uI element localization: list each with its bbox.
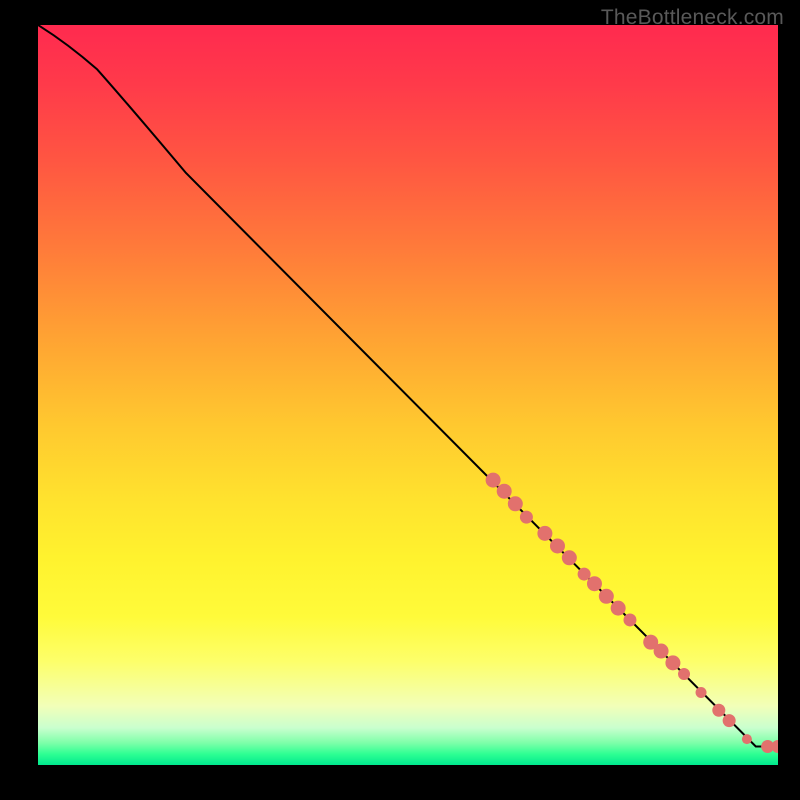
- data-point: [742, 734, 752, 744]
- data-point: [508, 496, 523, 511]
- data-point: [624, 613, 637, 626]
- data-point: [587, 576, 602, 591]
- data-point: [772, 740, 779, 753]
- data-point: [678, 668, 690, 680]
- data-point: [665, 655, 680, 670]
- data-point: [599, 589, 614, 604]
- plot-area: [35, 25, 778, 768]
- data-point: [723, 714, 736, 727]
- data-point: [578, 568, 591, 581]
- data-points: [486, 473, 778, 753]
- data-point: [537, 526, 552, 541]
- data-point: [497, 484, 512, 499]
- trend-curve: [38, 25, 778, 747]
- chart-overlay: [38, 25, 778, 765]
- data-point: [611, 601, 626, 616]
- data-point: [562, 550, 577, 565]
- data-point: [486, 473, 501, 488]
- data-point: [550, 538, 565, 553]
- data-point: [696, 687, 707, 698]
- chart-stage: TheBottleneck.com: [0, 0, 800, 800]
- data-point: [520, 511, 533, 524]
- data-point: [654, 644, 669, 659]
- data-point: [712, 704, 725, 717]
